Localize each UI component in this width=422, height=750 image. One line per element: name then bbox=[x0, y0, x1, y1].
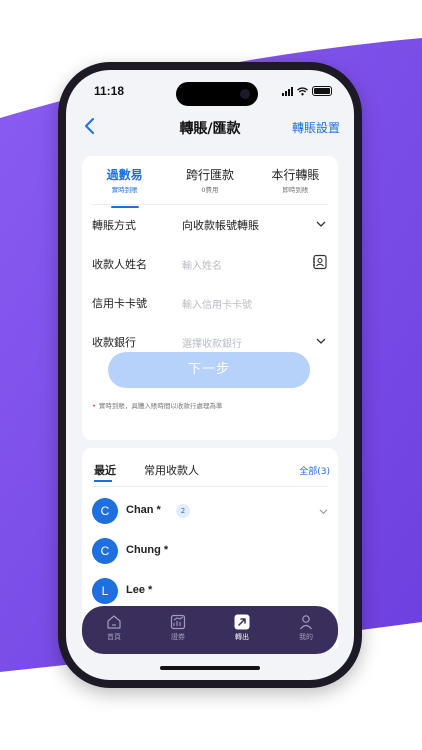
payee-name-input[interactable]: 輸入姓名 bbox=[182, 257, 222, 272]
home-icon bbox=[107, 615, 121, 629]
tab-frequent-payees[interactable]: 常用收款人 bbox=[144, 462, 199, 478]
tab-recent[interactable]: 最近 bbox=[94, 462, 116, 478]
tab-label: 首頁 bbox=[107, 633, 121, 641]
field-label: 收款人姓名 bbox=[92, 258, 147, 271]
transfer-form-card: 過數易 實時到賬 跨行匯款 0費用 本行轉賬 即時到賬 轉賬方式 向收款帳號轉賬 bbox=[82, 156, 338, 440]
payee-name: Chung * bbox=[126, 544, 169, 556]
payee-name: Chan * bbox=[126, 504, 161, 516]
battery-icon bbox=[312, 86, 332, 96]
tab-profile[interactable]: 我的 bbox=[274, 606, 338, 654]
tab-label: 轉出 bbox=[235, 633, 249, 641]
wifi-icon bbox=[297, 86, 308, 95]
card-number-input[interactable]: 輸入信用卡卡號 bbox=[182, 296, 252, 311]
payee-tabs: 最近 常用收款人 全部(3) bbox=[82, 448, 338, 486]
tab-subtitle: 實時到賬 bbox=[111, 186, 138, 194]
screen: 11:18 轉賬/匯款 轉賬設置 過數易 實時到賬 跨行匯款 0費用 本行轉賬 … bbox=[66, 70, 354, 680]
chevron-down-icon[interactable] bbox=[319, 507, 328, 516]
divider bbox=[92, 486, 328, 487]
tab-label: 證券 bbox=[171, 633, 185, 641]
notice-body: 實時到賬，具體入賬時間以收款行處理為準 bbox=[98, 402, 223, 410]
tab-securities[interactable]: 證券 bbox=[146, 606, 210, 654]
chevron-down-icon bbox=[316, 338, 326, 344]
transfer-settings-link[interactable]: 轉賬設置 bbox=[292, 119, 340, 136]
nav-bar: 轉賬/匯款 轉賬設置 bbox=[66, 114, 354, 144]
avatar: C bbox=[92, 538, 118, 564]
card-number-field[interactable]: 信用卡卡號 輸入信用卡卡號 bbox=[92, 283, 328, 322]
notice-text: • 實時到賬，具體入賬時間以收款行處理為準 bbox=[92, 402, 223, 410]
chart-icon bbox=[170, 614, 186, 630]
avatar: L bbox=[92, 578, 118, 604]
bottom-tab-bar: 首頁 證券 轉出 我的 bbox=[82, 606, 338, 654]
payee-name-field[interactable]: 收款人姓名 輸入姓名 bbox=[92, 244, 328, 283]
tab-subtitle: 即時到賬 bbox=[282, 186, 309, 194]
list-item[interactable]: C Chung * bbox=[92, 538, 328, 564]
tab-fps[interactable]: 過數易 實時到賬 bbox=[82, 166, 167, 208]
home-indicator bbox=[160, 666, 260, 670]
payee-name: Lee * bbox=[126, 584, 153, 596]
dynamic-island bbox=[176, 82, 258, 106]
next-button[interactable]: 下一步 bbox=[108, 352, 310, 388]
tab-transfer[interactable]: 轉出 bbox=[210, 606, 274, 654]
transfer-out-icon bbox=[234, 614, 250, 630]
active-tab-indicator bbox=[94, 480, 112, 482]
tab-title: 本行轉賬 bbox=[271, 168, 320, 182]
tab-interbank[interactable]: 跨行匯款 0費用 bbox=[167, 166, 252, 204]
bank-select-placeholder: 選擇收款銀行 bbox=[182, 339, 242, 350]
transfer-method-select[interactable]: 轉賬方式 向收款帳號轉賬 bbox=[92, 205, 328, 244]
transfer-type-tabs: 過數易 實時到賬 跨行匯款 0費用 本行轉賬 即時到賬 bbox=[82, 156, 338, 208]
tab-title: 過數易 bbox=[106, 168, 143, 182]
count-badge: 2 bbox=[176, 504, 190, 518]
tab-label: 我的 bbox=[299, 633, 313, 641]
view-all-link[interactable]: 全部(3) bbox=[299, 464, 330, 477]
phone-frame: 11:18 轉賬/匯款 轉賬設置 過數易 實時到賬 跨行匯款 0費用 本行轉賬 … bbox=[58, 62, 362, 688]
field-label: 轉賬方式 bbox=[92, 219, 136, 232]
user-icon bbox=[300, 615, 312, 630]
status-time: 11:18 bbox=[94, 84, 125, 98]
contact-book-icon[interactable] bbox=[312, 254, 328, 270]
field-label: 信用卡卡號 bbox=[92, 297, 147, 310]
tab-title: 跨行匯款 bbox=[185, 168, 234, 182]
transfer-method-value: 向收款帳號轉賬 bbox=[182, 219, 259, 232]
tab-subtitle: 0費用 bbox=[201, 186, 219, 194]
tab-intrabank[interactable]: 本行轉賬 即時到賬 bbox=[253, 166, 338, 204]
chevron-down-icon bbox=[316, 221, 326, 227]
signal-icon bbox=[282, 86, 293, 96]
tab-home[interactable]: 首頁 bbox=[82, 606, 146, 654]
avatar: C bbox=[92, 498, 118, 524]
field-label: 收款銀行 bbox=[92, 336, 136, 349]
list-item[interactable]: C Chan * 2 bbox=[92, 498, 328, 524]
list-item[interactable]: L Lee * bbox=[92, 578, 328, 604]
